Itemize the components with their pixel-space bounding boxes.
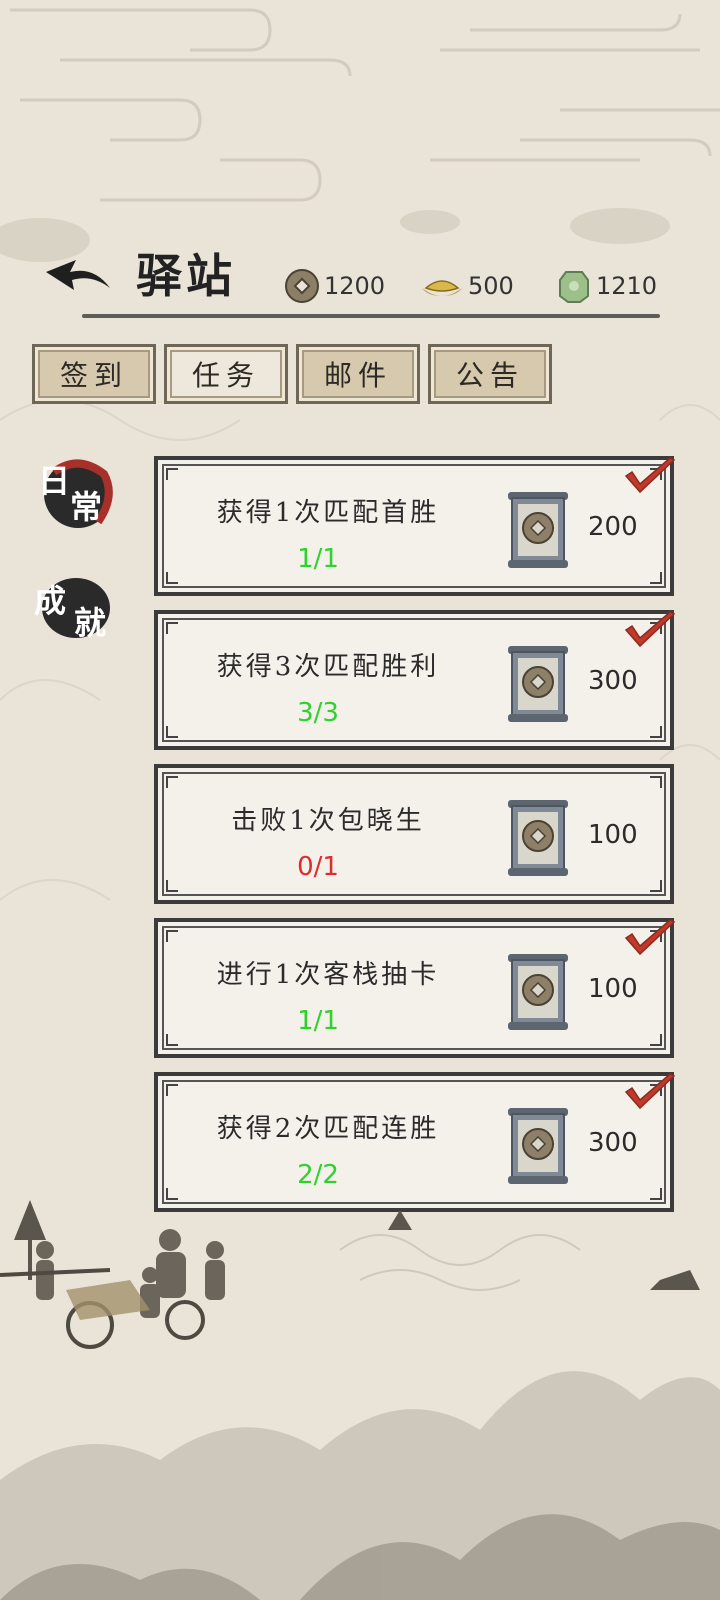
side-tab-achievements-char-2: 就 bbox=[74, 604, 107, 642]
gold-ingot-icon bbox=[422, 280, 462, 296]
check-mark-icon bbox=[624, 611, 676, 648]
currency-jade: 1210 bbox=[556, 268, 657, 304]
side-tab-daily-char-2: 常 bbox=[70, 488, 103, 526]
task-progress: 0/1 bbox=[297, 852, 339, 882]
back-arrow-icon bbox=[46, 260, 110, 290]
coin-scroll-icon bbox=[508, 1108, 568, 1184]
check-mark-icon bbox=[624, 457, 676, 494]
back-button[interactable] bbox=[40, 242, 120, 302]
task-name: 获得1次匹配首胜 bbox=[216, 498, 440, 528]
task-card[interactable]: 获得1次匹配首胜 1/1 200 bbox=[154, 456, 676, 596]
ink-landscape-illustration bbox=[0, 1200, 720, 1600]
copper-coin-amount: 1200 bbox=[324, 272, 386, 300]
task-progress: 1/1 bbox=[297, 1006, 339, 1036]
jade-icon bbox=[559, 271, 589, 303]
reward-amount: 100 bbox=[588, 820, 638, 850]
reward-amount: 100 bbox=[588, 974, 638, 1004]
reward-amount: 300 bbox=[588, 666, 638, 696]
task-card[interactable]: 击败1次包晓生 0/1 100 bbox=[154, 764, 674, 904]
check-mark-icon bbox=[624, 1073, 676, 1110]
side-tab-achievements[interactable]: 成 就 bbox=[34, 568, 118, 652]
side-tab-daily[interactable]: 日 常 bbox=[34, 452, 118, 536]
coin-scroll-icon bbox=[508, 646, 568, 722]
tab-announcements[interactable]: 公告 bbox=[428, 344, 552, 404]
tab-bar: 签到 任务 邮件 公告 bbox=[32, 344, 552, 404]
currency-copper: 1200 bbox=[284, 268, 385, 304]
side-tab-daily-char-1: 日 bbox=[38, 462, 71, 500]
header: 驿站 1200 500 1210 bbox=[0, 220, 720, 330]
task-list: 获得1次匹配首胜 1/1 200 获得3次匹配胜利 3/3 300 击败1次包晓… bbox=[154, 456, 676, 1226]
jade-amount: 1210 bbox=[596, 272, 658, 300]
task-card[interactable]: 获得3次匹配胜利 3/3 300 bbox=[154, 610, 676, 750]
check-mark-icon bbox=[624, 919, 676, 956]
task-name: 获得3次匹配胜利 bbox=[216, 652, 440, 682]
coin-scroll-icon bbox=[508, 800, 568, 876]
header-divider bbox=[82, 314, 660, 318]
task-card[interactable]: 进行1次客栈抽卡 1/1 100 bbox=[154, 918, 676, 1058]
gold-ingot-amount: 500 bbox=[468, 272, 514, 300]
task-progress: 3/3 bbox=[297, 698, 339, 728]
coin-scroll-icon bbox=[508, 492, 568, 568]
currency-gold: 500 bbox=[420, 268, 514, 304]
task-name: 击败1次包晓生 bbox=[231, 806, 425, 836]
reward-amount: 200 bbox=[588, 512, 638, 542]
task-name: 获得2次匹配连胜 bbox=[216, 1114, 440, 1144]
tab-tasks[interactable]: 任务 bbox=[164, 344, 288, 404]
task-name: 进行1次客栈抽卡 bbox=[216, 960, 440, 990]
task-progress: 1/1 bbox=[297, 544, 339, 574]
tab-mail[interactable]: 邮件 bbox=[296, 344, 420, 404]
coin-scroll-icon bbox=[508, 954, 568, 1030]
copper-coin-icon bbox=[285, 269, 319, 303]
reward-amount: 300 bbox=[588, 1128, 638, 1158]
page-title: 驿站 bbox=[136, 249, 236, 303]
side-tab-achievements-char-1: 成 bbox=[34, 582, 67, 620]
tab-sign-in[interactable]: 签到 bbox=[32, 344, 156, 404]
